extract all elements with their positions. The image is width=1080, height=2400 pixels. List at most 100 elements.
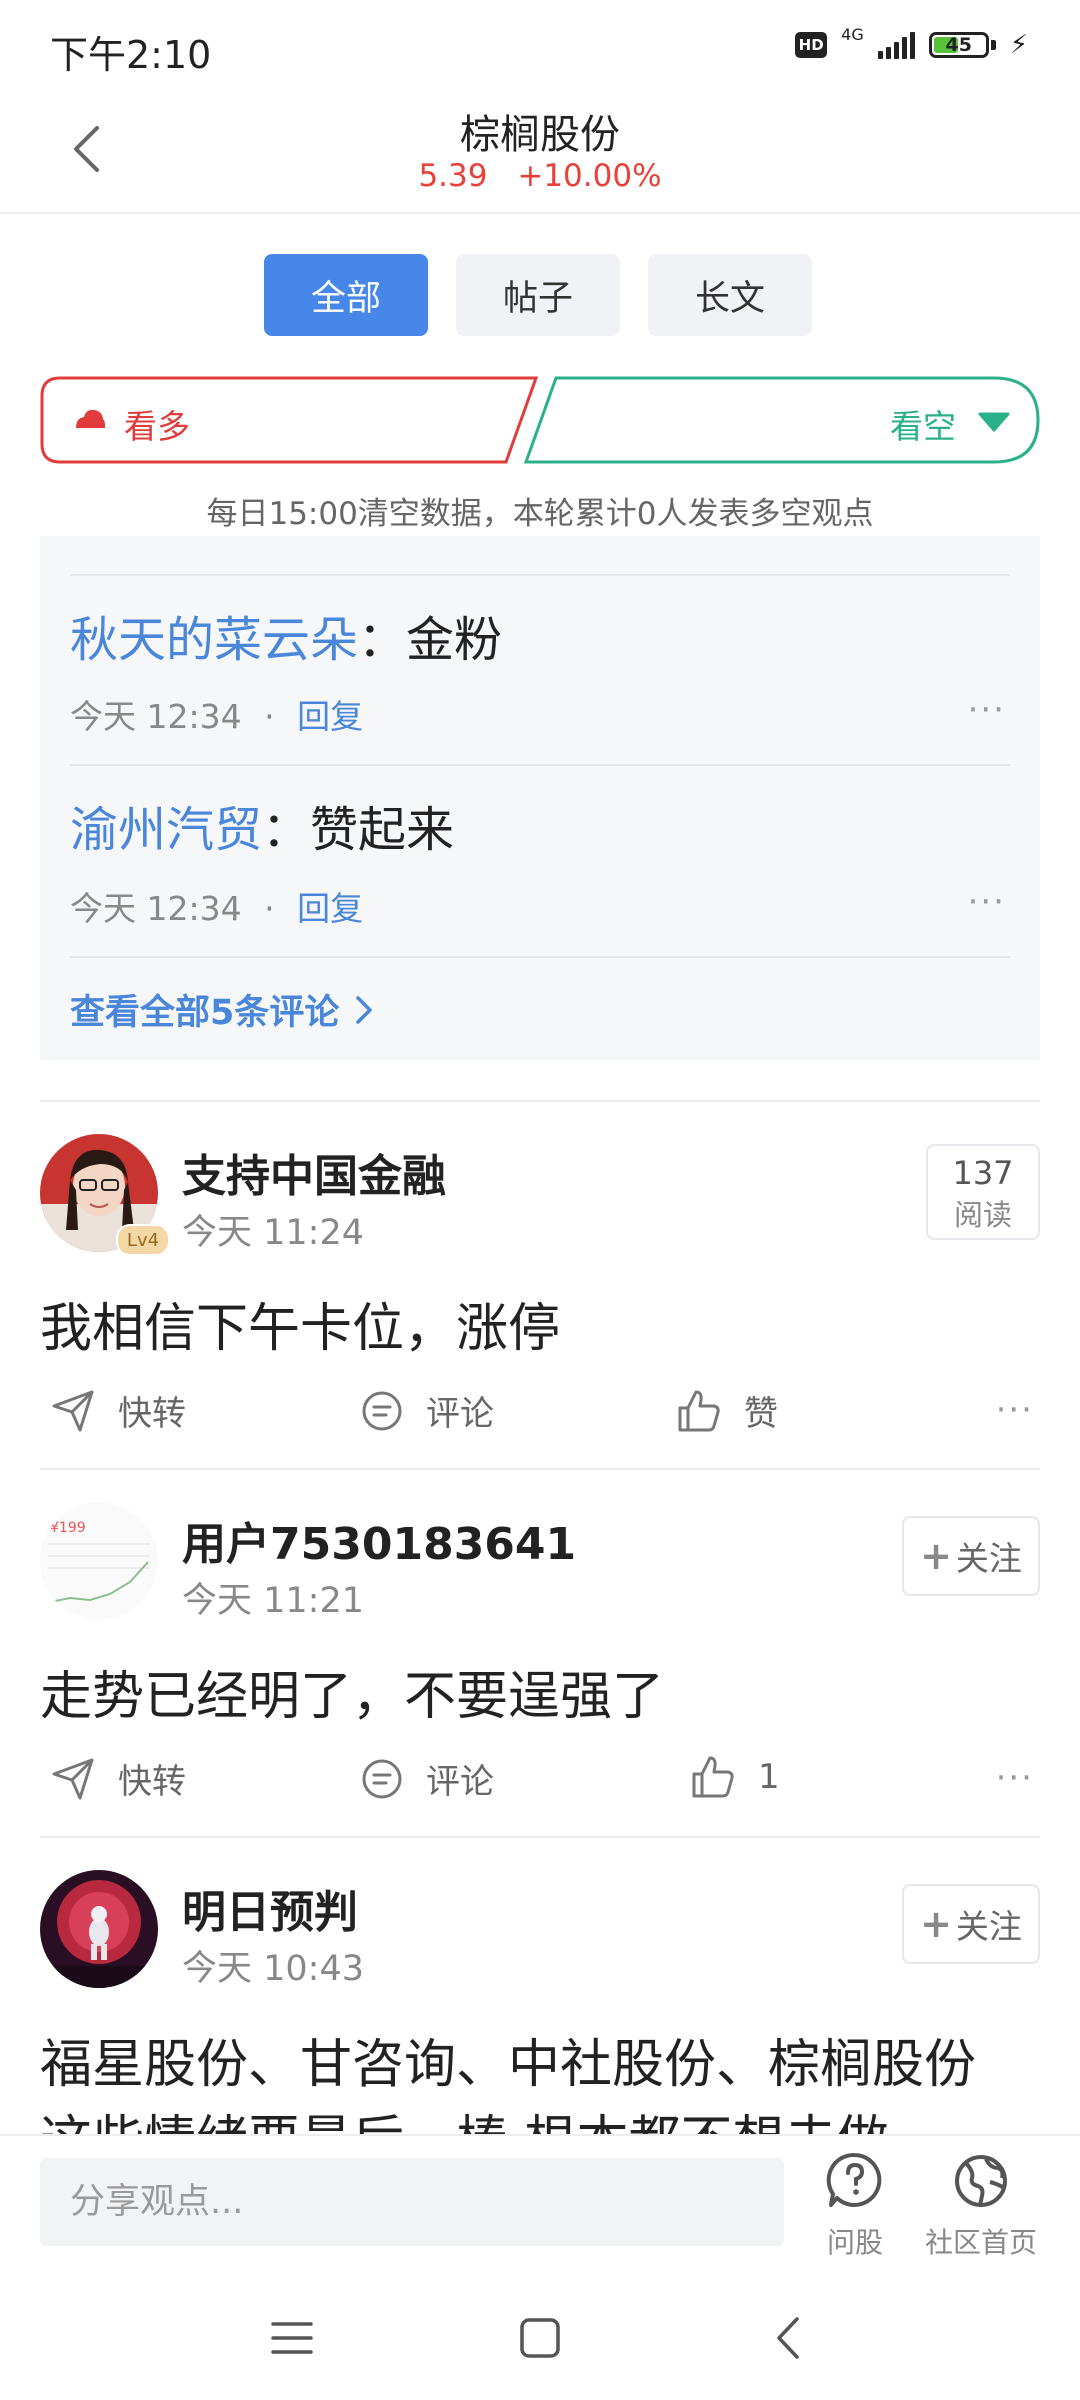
stock-change: +10.00% [517, 158, 662, 194]
thumbs-up-icon [692, 1756, 734, 1798]
sentiment-note: 每日15:00清空数据，本轮累计0人发表多空观点 [206, 496, 874, 532]
follow-button[interactable]: + 关注 [902, 1884, 1040, 1964]
follow-button[interactable]: + 关注 [902, 1516, 1040, 1596]
comment-colon: ： [262, 802, 311, 858]
forward-label: 快转 [118, 1394, 186, 1434]
charging-icon: ⚡ [1009, 30, 1028, 60]
stock-name: 棕榈股份 [460, 112, 620, 158]
comments-card: 秋天的菜云朵：金粉 今天 12:34 · 回复 ··· 渝州汽贸：赞起来 今天 … [40, 536, 1040, 1060]
comment-colon: ： [358, 612, 407, 668]
sentiment-bar: 看多 看空 [40, 376, 1040, 466]
avatar-image: ¥199 [40, 1502, 158, 1620]
bearish-label: 看空 [890, 407, 956, 446]
read-count: 137 [952, 1154, 1014, 1192]
comment-time: 今天 12:34 [70, 889, 242, 928]
avatar-image [40, 1870, 158, 1988]
follow-label: 关注 [955, 1539, 1022, 1578]
status-bar: 下午2:10 HD 4G 45 ⚡ [0, 0, 1080, 96]
tab-posts[interactable]: 帖子 [456, 254, 620, 336]
menu-button[interactable] [252, 2306, 332, 2370]
signal-icon [877, 31, 915, 59]
post-content[interactable]: 福星股份、甘咨询、中社股份、棕榈股份 [40, 2022, 976, 2097]
view-all-label: 查看全部5条评论 [70, 993, 340, 1033]
level-badge: Lv4 [116, 1224, 170, 1256]
divider [70, 574, 1010, 576]
tab-long-articles[interactable]: 长文 [648, 254, 812, 336]
post-actions: 快转 评论 1 ··· [0, 1754, 1080, 1814]
reply-button[interactable]: 回复 [297, 889, 363, 928]
author-name[interactable]: 支持中国金融 [182, 1140, 446, 1204]
battery-level: 45 [945, 34, 972, 56]
post-content[interactable]: 我相信下午卡位，涨停 [40, 1286, 560, 1361]
author-name[interactable]: 用户7530183641 [182, 1508, 576, 1572]
comment-button[interactable]: 评论 [360, 1386, 494, 1435]
back-triangle-icon [777, 2317, 799, 2359]
thumbs-up-icon [678, 1390, 720, 1431]
post-time: 今天 10:43 [182, 1949, 364, 1989]
community-home-label: 社区首页 [924, 2226, 1037, 2259]
share-opinion-input[interactable] [40, 2158, 784, 2246]
comment-button[interactable]: 评论 [360, 1754, 494, 1803]
meta-dot: · [264, 889, 275, 928]
comment-icon [362, 1391, 402, 1430]
comment-author[interactable]: 秋天的菜云朵 [70, 612, 358, 668]
more-options-icon[interactable]: ··· [996, 1390, 1034, 1430]
author-name[interactable]: 明日预判 [182, 1876, 358, 1940]
post-time: 今天 11:24 [182, 1213, 364, 1253]
ask-stock-label: 问股 [826, 2226, 883, 2259]
system-back-button[interactable] [748, 2306, 828, 2370]
divider [70, 956, 1010, 958]
bottom-input-bar: 问股 社区首页 [0, 2134, 1080, 2276]
comment-line[interactable]: 秋天的菜云朵：金粉 [70, 600, 502, 670]
like-button[interactable]: 1 [690, 1754, 780, 1800]
hd-icon: HD [795, 32, 828, 58]
status-icons: HD 4G 45 ⚡ [795, 25, 1028, 60]
forward-button[interactable]: 快转 [50, 1386, 186, 1435]
plus-icon: + [920, 1534, 952, 1578]
divider [40, 1100, 1040, 1102]
meta-dot: · [264, 697, 275, 736]
tab-all[interactable]: 全部 [264, 254, 428, 336]
comment-author[interactable]: 渝州汽贸 [70, 802, 262, 858]
comment-line[interactable]: 渝州汽贸：赞起来 [70, 790, 454, 860]
triangle-down-icon [978, 412, 1010, 432]
home-button[interactable] [500, 2306, 580, 2370]
like-label: 赞 [744, 1394, 778, 1434]
home-square-icon [520, 2318, 560, 2358]
stock-price: 5.39 [418, 158, 488, 194]
plus-icon: + [920, 1902, 952, 1946]
ask-stock-button[interactable]: 问股 [810, 2150, 900, 2261]
question-bubble-icon [826, 2152, 882, 2207]
more-options-icon[interactable]: ··· [996, 1758, 1034, 1798]
comment-label: 评论 [426, 1394, 494, 1434]
reply-button[interactable]: 回复 [297, 697, 363, 736]
chevron-right-icon [356, 995, 373, 1024]
system-nav-bar [0, 2274, 1080, 2400]
feed-tabs: 全部 帖子 长文 [264, 254, 812, 336]
battery-icon: 45 [928, 32, 989, 58]
divider [40, 1468, 1040, 1470]
divider [40, 1836, 1040, 1838]
comment-meta: 今天 12:34 · 回复 [70, 690, 363, 738]
avatar[interactable] [40, 1870, 158, 1988]
comment-text: 金粉 [406, 612, 503, 668]
globe-icon [955, 2155, 1007, 2207]
more-options-icon[interactable]: ··· [968, 690, 1006, 730]
send-icon [52, 1758, 94, 1799]
post-content[interactable]: 走势已经明了，不要逞强了 [40, 1654, 664, 1729]
post-actions: 快转 评论 赞 ··· [0, 1386, 1080, 1446]
stock-quote: 5.39 +10.00% [0, 158, 1080, 194]
network-type: 4G [841, 25, 864, 44]
more-options-icon[interactable]: ··· [968, 882, 1006, 922]
forward-button[interactable]: 快转 [50, 1754, 186, 1803]
follow-label: 关注 [955, 1907, 1022, 1946]
post-time: 今天 11:21 [182, 1581, 364, 1621]
status-time: 下午2:10 [50, 33, 212, 77]
like-button[interactable]: 赞 [676, 1386, 778, 1435]
community-home-button[interactable]: 社区首页 [916, 2150, 1046, 2261]
divider [70, 764, 1010, 766]
view-all-comments-link[interactable]: 查看全部5条评论 [70, 984, 373, 1035]
battery-tip [990, 40, 996, 50]
avatar[interactable]: ¥199 [40, 1502, 158, 1620]
bearish-button[interactable]: 看空 [40, 376, 1040, 470]
